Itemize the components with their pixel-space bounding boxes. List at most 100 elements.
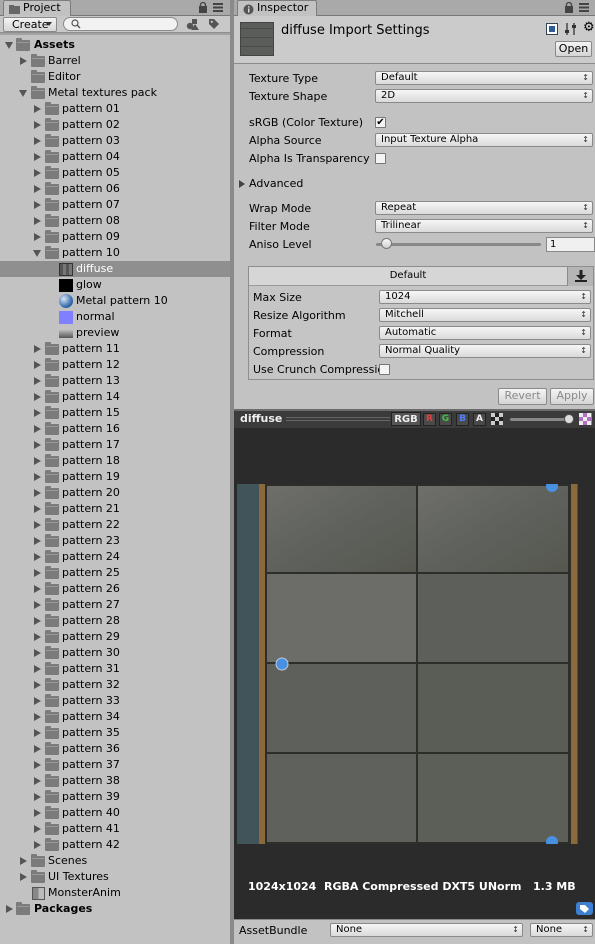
tree-item-pattern[interactable]: pattern 23 [0,533,230,549]
tree-item-pattern[interactable]: pattern 01 [0,101,230,117]
expand-arrow-icon[interactable] [5,42,13,49]
tree-item-pattern[interactable]: pattern 05 [0,165,230,181]
collapse-arrow-icon[interactable] [20,857,27,865]
collapse-arrow-icon[interactable] [34,649,41,657]
collapse-arrow-icon[interactable] [34,185,41,193]
menu-icon[interactable] [213,2,223,15]
channel-r-button[interactable]: R [423,413,436,426]
filter-type-icon[interactable] [186,18,199,33]
collapse-arrow-icon[interactable] [34,409,41,417]
collapse-arrow-icon[interactable] [34,665,41,673]
tree-item-pattern[interactable]: pattern 19 [0,469,230,485]
project-tree[interactable]: Assets Barrel Editor Metal textures pack… [0,35,230,944]
expand-arrow-icon[interactable] [33,250,41,257]
collapse-arrow-icon[interactable] [34,457,41,465]
tree-item-pattern[interactable]: pattern 07 [0,197,230,213]
tree-item-pattern[interactable]: pattern 12 [0,357,230,373]
mip-slider-track[interactable] [510,418,572,421]
tree-item-ui-textures[interactable]: UI Textures [0,869,230,885]
collapse-arrow-icon[interactable] [34,505,41,513]
tree-item-normal[interactable]: normal [0,309,230,325]
apply-button[interactable]: Apply [550,388,594,405]
open-button[interactable]: Open [555,41,592,57]
tree-item-metal-pattern-10[interactable]: Metal pattern 10 [0,293,230,309]
tree-item-editor[interactable]: Editor [0,69,230,85]
collapse-arrow-icon[interactable] [34,633,41,641]
collapse-arrow-icon[interactable] [34,617,41,625]
tab-platform-standalone[interactable] [567,267,593,286]
tree-item-pattern[interactable]: pattern 16 [0,421,230,437]
menu-icon[interactable] [579,2,589,15]
tree-item-pattern[interactable]: pattern 09 [0,229,230,245]
gear-icon[interactable]: ⚙ [583,21,595,34]
tree-item-pattern[interactable]: pattern 25 [0,565,230,581]
collapse-arrow-icon[interactable] [34,585,41,593]
tab-project[interactable]: Project [3,0,71,16]
assetbundle-variant-dropdown[interactable]: None [530,923,593,937]
tree-item-diffuse[interactable]: diffuse [0,261,230,277]
channel-rgb-button[interactable]: RGB [391,412,421,426]
channel-a-button[interactable]: A [473,413,486,426]
alpha-source-dropdown[interactable]: Input Texture Alpha [375,133,593,147]
compression-dropdown[interactable]: Normal Quality [379,344,591,358]
tree-item-pattern[interactable]: pattern 33 [0,693,230,709]
expand-arrow-icon[interactable] [19,90,27,97]
collapse-arrow-icon[interactable] [34,825,41,833]
tree-item-pattern[interactable]: pattern 14 [0,389,230,405]
collapse-arrow-icon[interactable] [34,745,41,753]
tree-item-pattern[interactable]: pattern 28 [0,613,230,629]
tree-item-pattern[interactable]: pattern 21 [0,501,230,517]
collapse-arrow-icon[interactable] [34,777,41,785]
tree-item-pattern-10[interactable]: pattern 10 [0,245,230,261]
collapse-arrow-icon[interactable] [6,905,13,913]
srgb-checkbox[interactable]: ✔ [375,117,386,128]
aniso-slider-track[interactable] [376,243,541,246]
asset-label-tag-icon[interactable] [576,902,593,918]
tree-item-pattern[interactable]: pattern 29 [0,629,230,645]
tree-item-pattern[interactable]: pattern 27 [0,597,230,613]
tree-item-pattern[interactable]: pattern 32 [0,677,230,693]
collapse-arrow-icon[interactable] [34,697,41,705]
collapse-arrow-icon[interactable] [34,601,41,609]
collapse-arrow-icon[interactable] [34,153,41,161]
collapse-arrow-icon[interactable] [34,489,41,497]
collapse-arrow-icon[interactable] [34,793,41,801]
tab-inspector[interactable]: Inspector [237,0,317,16]
advanced-foldout[interactable]: Advanced [249,177,303,190]
create-button[interactable]: Create [3,17,57,32]
preview-drag-handle[interactable] [286,417,390,421]
collapse-arrow-icon[interactable] [34,345,41,353]
tree-item-pattern[interactable]: pattern 20 [0,485,230,501]
tree-item-pattern[interactable]: pattern 30 [0,645,230,661]
filter-mode-dropdown[interactable]: Trilinear [375,219,593,233]
collapse-arrow-icon[interactable] [34,217,41,225]
collapse-arrow-icon[interactable] [34,713,41,721]
collapse-arrow-icon[interactable] [34,361,41,369]
preset-slider-icon[interactable] [565,23,577,38]
tree-item-pattern[interactable]: pattern 31 [0,661,230,677]
collapse-arrow-icon[interactable] [34,377,41,385]
wrap-mode-dropdown[interactable]: Repeat [375,201,593,215]
checker-icon[interactable] [491,413,503,428]
texture-shape-dropdown[interactable]: 2D [375,89,593,103]
collapse-arrow-icon[interactable] [34,569,41,577]
collapse-arrow-icon[interactable] [20,873,27,881]
max-size-dropdown[interactable]: 1024 [379,290,591,304]
collapse-arrow-icon[interactable] [34,809,41,817]
collapse-arrow-icon[interactable] [34,553,41,561]
tree-item-pattern[interactable]: pattern 11 [0,341,230,357]
tree-item-pattern[interactable]: pattern 39 [0,789,230,805]
help-book-icon[interactable] [546,23,558,38]
tree-item-pattern[interactable]: pattern 24 [0,549,230,565]
tree-item-pattern[interactable]: pattern 41 [0,821,230,837]
tree-item-pattern[interactable]: pattern 03 [0,133,230,149]
crunch-compression-checkbox[interactable] [379,364,390,375]
tree-item-pattern[interactable]: pattern 06 [0,181,230,197]
collapse-arrow-icon[interactable] [34,473,41,481]
tree-item-pattern[interactable]: pattern 02 [0,117,230,133]
collapse-arrow-icon[interactable] [34,521,41,529]
tree-item-barrel[interactable]: Barrel [0,53,230,69]
large-checker-icon[interactable] [579,413,592,428]
collapse-arrow-icon[interactable] [34,681,41,689]
resize-algorithm-dropdown[interactable]: Mitchell [379,308,591,322]
